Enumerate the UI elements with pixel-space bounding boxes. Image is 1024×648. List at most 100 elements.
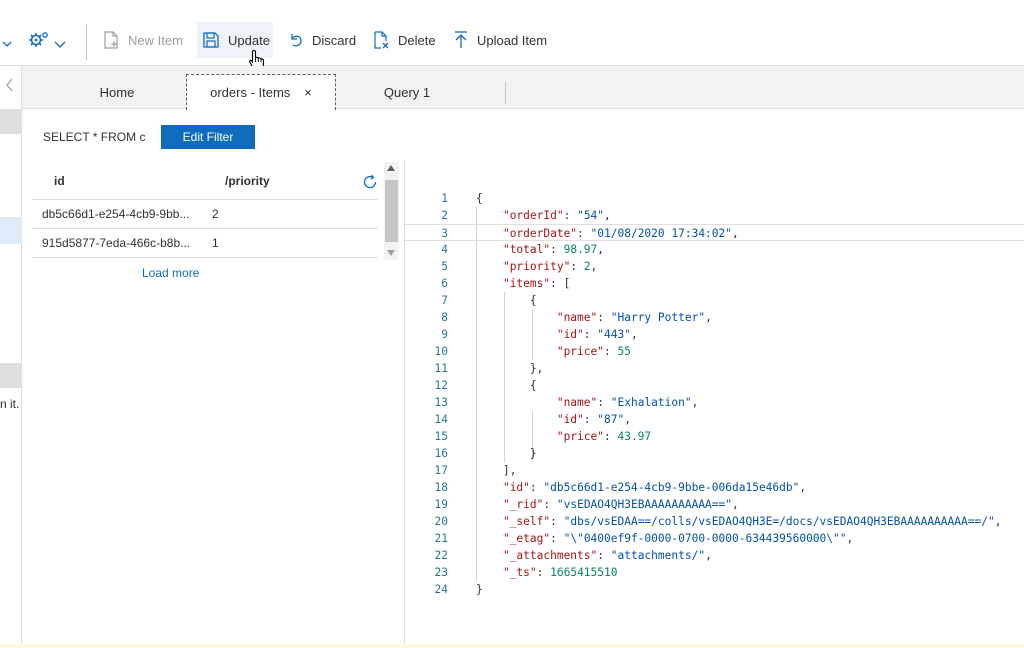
delete-icon bbox=[372, 30, 390, 50]
line-number: 2 bbox=[441, 209, 448, 222]
code-line: 10 "price": 55 bbox=[405, 343, 1024, 360]
toolbar-separator bbox=[86, 24, 87, 60]
scroll-up-icon[interactable] bbox=[387, 165, 395, 171]
line-number: 13 bbox=[434, 396, 448, 409]
tab-divider bbox=[505, 82, 506, 104]
value-item-price: 43.97 bbox=[617, 430, 652, 443]
value-order-id: 54 bbox=[583, 209, 598, 222]
command-bar: New Item Update Discard Delete Upload It… bbox=[0, 0, 1024, 71]
code-line: 14 "id": "87", bbox=[405, 411, 1024, 428]
tab-orders-items[interactable]: orders - Items × bbox=[186, 74, 336, 110]
sidebar-item[interactable] bbox=[0, 363, 22, 388]
code-line: 13 "name": "Exhalation", bbox=[405, 394, 1024, 411]
code-line: 9 "id": "443", bbox=[405, 326, 1024, 343]
chevron-down-icon[interactable] bbox=[2, 36, 12, 51]
new-item-button[interactable]: New Item bbox=[102, 22, 183, 58]
code-line: 21 "_etag": "\"0400ef9f-0000-0700-0000-6… bbox=[405, 530, 1024, 547]
collapsed-sidebar: n it. bbox=[0, 66, 22, 648]
cell-priority: 1 bbox=[212, 236, 219, 250]
code-line: 5 "priority": 2, bbox=[405, 258, 1024, 275]
discard-button[interactable]: Discard bbox=[288, 22, 356, 58]
code-line-current: 3 "orderDate": "01/08/2020 17:34:02", bbox=[405, 224, 1024, 241]
refresh-icon[interactable] bbox=[362, 174, 378, 193]
tab-home[interactable]: Home bbox=[62, 75, 172, 109]
sidebar-item[interactable] bbox=[0, 109, 22, 134]
edit-filter-button[interactable]: Edit Filter bbox=[161, 125, 255, 149]
line-number: 21 bbox=[434, 532, 448, 545]
line-number: 11 bbox=[434, 362, 448, 375]
chevron-left-icon[interactable] bbox=[6, 78, 14, 95]
code-line: 7 { bbox=[405, 292, 1024, 309]
document-editor[interactable]: 1{ 2 "orderId": "54", 3 "orderDate": "01… bbox=[405, 190, 1024, 610]
line-number: 18 bbox=[434, 481, 448, 494]
line-number: 7 bbox=[441, 294, 448, 307]
line-number: 15 bbox=[434, 430, 448, 443]
value-attachments: attachments/ bbox=[617, 549, 699, 562]
code-line: 2 "orderId": "54", bbox=[405, 207, 1024, 224]
value-priority: 2 bbox=[583, 260, 591, 273]
line-number: 17 bbox=[434, 464, 448, 477]
value-item-price: 55 bbox=[617, 345, 631, 358]
sidebar-item-selected[interactable] bbox=[0, 217, 22, 244]
undo-icon bbox=[288, 31, 304, 49]
line-number: 5 bbox=[441, 260, 448, 273]
code-line: 12 { bbox=[405, 377, 1024, 394]
tab-bar: Home orders - Items × Query 1 bbox=[22, 66, 1024, 110]
upload-icon bbox=[453, 30, 469, 50]
column-header-id[interactable]: id bbox=[54, 174, 65, 188]
code-line: 19 "_rid": "vsEDAO4QH3EBAAAAAAAAAA==", bbox=[405, 496, 1024, 513]
code-line: 15 "price": 43.97 bbox=[405, 428, 1024, 445]
save-icon bbox=[202, 31, 220, 49]
line-number: 9 bbox=[441, 328, 448, 341]
tab-label: orders - Items bbox=[210, 85, 291, 100]
upload-item-label: Upload Item bbox=[477, 32, 548, 48]
code-line: 4 "total": 98.97, bbox=[405, 241, 1024, 258]
table-row[interactable]: db5c66d1-e254-4cb9-9bb... 2 bbox=[32, 200, 378, 229]
code-line: 11 }, bbox=[405, 360, 1024, 377]
update-label: Update bbox=[228, 32, 270, 48]
line-number: 8 bbox=[441, 311, 448, 324]
line-number: 3 bbox=[441, 227, 448, 240]
load-more-link[interactable]: Load more bbox=[142, 266, 199, 280]
table-row[interactable]: 915d5877-7eda-466c-b8b... 1 bbox=[32, 229, 378, 258]
value-item-id: 443 bbox=[604, 328, 625, 341]
upload-item-button[interactable]: Upload Item bbox=[453, 22, 547, 58]
tab-query-1[interactable]: Query 1 bbox=[352, 75, 462, 109]
cell-priority: 2 bbox=[212, 207, 219, 221]
chevron-down-icon[interactable] bbox=[54, 36, 66, 51]
value-item-name: Harry Potter bbox=[617, 311, 699, 324]
new-item-label: New Item bbox=[128, 32, 183, 48]
code-line: 1{ bbox=[405, 190, 1024, 207]
delete-button[interactable]: Delete bbox=[372, 22, 436, 58]
scroll-down-icon[interactable] bbox=[387, 250, 395, 256]
documents-list-header: id /priority bbox=[32, 160, 378, 200]
delete-label: Delete bbox=[398, 32, 436, 48]
column-header-priority[interactable]: /priority bbox=[225, 174, 270, 188]
notification-strip bbox=[0, 644, 1024, 648]
line-number: 19 bbox=[434, 498, 448, 511]
line-number: 23 bbox=[434, 566, 448, 579]
value-item-id: 87 bbox=[604, 413, 618, 426]
discard-label: Discard bbox=[312, 32, 357, 48]
close-icon[interactable]: × bbox=[304, 85, 312, 100]
code-line: 20 "_self": "dbs/vsEDAA==/colls/vsEDAO4Q… bbox=[405, 513, 1024, 530]
code-line: 23 "_ts": 1665415510 bbox=[405, 564, 1024, 581]
filter-query-text: SELECT * FROM c bbox=[43, 130, 146, 144]
value-rid: vsEDAO4QH3EBAAAAAAAAAA== bbox=[563, 498, 726, 511]
code-line: 16 } bbox=[405, 445, 1024, 462]
cell-id: 915d5877-7eda-466c-b8b... bbox=[42, 236, 191, 250]
line-number: 1 bbox=[441, 192, 448, 205]
list-scrollbar[interactable] bbox=[384, 162, 399, 260]
sidebar-clipped-text: n it. bbox=[0, 397, 20, 411]
settings-gear-icon[interactable] bbox=[28, 30, 50, 53]
value-item-name: Exhalation bbox=[617, 396, 685, 409]
code-line: 6 "items": [ bbox=[405, 275, 1024, 292]
tab-label: Query 1 bbox=[383, 84, 431, 100]
line-number: 24 bbox=[434, 583, 448, 596]
line-number: 14 bbox=[434, 413, 448, 426]
value-ts: 1665415510 bbox=[550, 566, 618, 579]
value-etag: \"0400ef9f-0000-0700-0000-634439560000\" bbox=[570, 532, 840, 545]
line-number: 12 bbox=[434, 379, 448, 392]
scrollbar-thumb[interactable] bbox=[385, 180, 398, 242]
value-self: dbs/vsEDAA==/colls/vsEDAO4QH3E=/docs/vsE… bbox=[570, 515, 988, 528]
